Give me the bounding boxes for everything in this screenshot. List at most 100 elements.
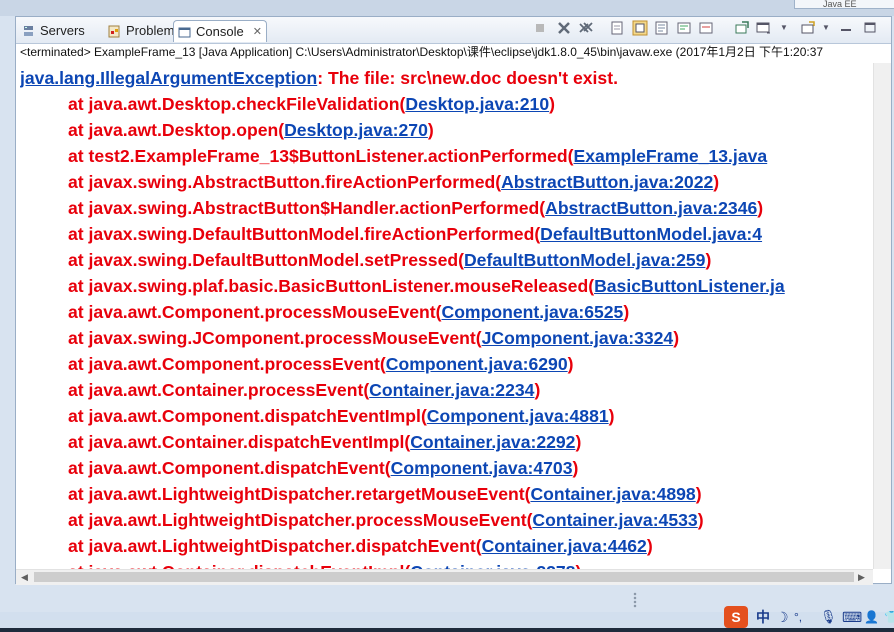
view-tab-bar: Servers Problems Console ✕ ▼ ▼ xyxy=(16,17,891,44)
horizontal-scroll-thumb[interactable] xyxy=(34,572,854,582)
frame-source-link[interactable]: AbstractButton.java:2346 xyxy=(545,198,757,218)
chevron-down-icon-2[interactable]: ▼ xyxy=(818,20,834,36)
show-on-output-icon[interactable] xyxy=(698,20,714,36)
punctuation-icon[interactable]: °, xyxy=(794,606,802,628)
half-width-icon[interactable]: ☽ xyxy=(776,606,789,628)
screen-bottom-edge xyxy=(0,628,894,632)
tab-servers-label: Servers xyxy=(40,23,85,38)
frame-source-link[interactable]: Desktop.java:270 xyxy=(284,120,428,140)
tab-servers[interactable]: Servers xyxy=(18,20,88,42)
frame-source-link[interactable]: Container.java:2234 xyxy=(369,380,534,400)
terminate-icon[interactable] xyxy=(532,20,548,36)
frame-source-link[interactable]: Container.java:2278 xyxy=(410,562,575,569)
frame-source-link[interactable]: JComponent.java:3324 xyxy=(482,328,674,348)
frame-source-link[interactable]: Component.java:4703 xyxy=(391,458,573,478)
frame-source-link[interactable]: Component.java:6525 xyxy=(441,302,623,322)
remove-launch-icon[interactable] xyxy=(556,20,572,36)
display-selected-console-icon[interactable] xyxy=(734,20,750,36)
frame-source-link[interactable]: Container.java:2292 xyxy=(410,432,575,452)
keyboard-icon[interactable]: ⌨ xyxy=(842,606,862,628)
perspective-tab-java-ee[interactable]: Java EE xyxy=(794,0,894,9)
horizontal-scrollbar[interactable]: ◀ ▶ xyxy=(16,569,873,585)
frame-method: java.awt.Component.processMouseEvent xyxy=(88,302,436,322)
frame-method: javax.swing.plaf.basic.BasicButtonListen… xyxy=(88,276,589,296)
frame-source-link[interactable]: Container.java:4898 xyxy=(530,484,695,504)
frame-prefix: at xyxy=(68,198,89,218)
frame-close-paren: ) xyxy=(549,94,555,114)
frame-source-link[interactable]: BasicButtonListener.ja xyxy=(594,276,785,296)
frame-method: test2.ExampleFrame_13$ButtonListener.act… xyxy=(88,146,568,166)
minimize-icon[interactable] xyxy=(838,20,854,36)
console-output[interactable]: java.lang.IllegalArgumentException: The … xyxy=(20,63,872,569)
frame-source-link[interactable]: Component.java:6290 xyxy=(386,354,568,374)
frame-method: javax.swing.AbstractButton.fireActionPer… xyxy=(88,172,496,192)
stack-frame-line: at java.awt.Desktop.open(Desktop.java:27… xyxy=(68,117,434,143)
frame-prefix: at xyxy=(68,354,89,374)
sogou-ime-icon[interactable]: S xyxy=(724,606,748,628)
ime-chinese-mode[interactable]: 中 xyxy=(756,606,770,628)
maximize-icon[interactable] xyxy=(862,20,878,36)
frame-method: java.awt.LightweightDispatcher.processMo… xyxy=(88,510,527,530)
exception-message: : The file: src\new.doc doesn't exist. xyxy=(317,68,618,88)
clear-console-icon[interactable] xyxy=(610,20,626,36)
stack-frame-line: at java.awt.Desktop.checkFileValidation(… xyxy=(68,91,555,117)
remove-all-terminated-icon[interactable] xyxy=(578,20,594,36)
open-console-icon[interactable] xyxy=(756,20,772,36)
stack-frame-line: at java.awt.Container.dispatchEventImpl(… xyxy=(68,559,581,569)
frame-source-link[interactable]: DefaultButtonModel.java:259 xyxy=(464,250,705,270)
frame-source-link[interactable]: Desktop.java:210 xyxy=(405,94,549,114)
stack-frame-line: at java.awt.LightweightDispatcher.dispat… xyxy=(68,533,653,559)
chevron-down-icon[interactable]: ▼ xyxy=(776,20,792,36)
tab-console[interactable]: Console ✕ xyxy=(173,20,267,42)
frame-close-paren: ) xyxy=(427,120,434,140)
stack-frame-line: at java.awt.Component.processEvent(Compo… xyxy=(68,351,573,377)
new-console-icon[interactable] xyxy=(800,20,816,36)
frame-method: java.awt.Container.dispatchEventImpl xyxy=(88,432,405,452)
vertical-scrollbar[interactable] xyxy=(873,63,891,569)
resize-grip-icon[interactable] xyxy=(633,592,637,608)
scroll-left-icon[interactable]: ◀ xyxy=(17,570,32,585)
scroll-lock-icon[interactable] xyxy=(632,20,648,36)
frame-prefix: at xyxy=(68,276,89,296)
frame-source-link[interactable]: DefaultButtonModel.java:4 xyxy=(540,224,762,244)
frame-close-paren: ) xyxy=(575,562,581,569)
microphone-icon[interactable]: 🎙 xyxy=(820,606,837,628)
frame-method: java.awt.Desktop.open xyxy=(88,120,279,140)
frame-prefix: at xyxy=(68,328,89,348)
frame-method: java.awt.Component.processEvent xyxy=(88,354,380,374)
frame-prefix: at xyxy=(68,510,89,530)
frame-source-link[interactable]: AbstractButton.java:2022 xyxy=(501,172,713,192)
pin-console-icon[interactable] xyxy=(654,20,670,36)
close-icon[interactable]: ✕ xyxy=(253,21,262,43)
frame-method: javax.swing.AbstractButton$Handler.actio… xyxy=(88,198,540,218)
user-icon[interactable]: 👤 xyxy=(864,606,879,628)
frame-source-link[interactable]: ExampleFrame_13.java xyxy=(574,146,768,166)
frame-prefix: at xyxy=(68,302,89,322)
scroll-right-icon[interactable]: ▶ xyxy=(854,570,869,585)
tab-console-label: Console xyxy=(196,24,244,39)
frame-close-paren: ) xyxy=(697,510,704,530)
frame-method: java.awt.Component.dispatchEventImpl xyxy=(88,406,421,426)
tab-problems[interactable]: Problems xyxy=(104,20,184,42)
stack-frame-line: at java.awt.LightweightDispatcher.retarg… xyxy=(68,481,702,507)
frame-close-paren: ) xyxy=(673,328,680,348)
frame-prefix: at xyxy=(68,562,89,569)
exception-line: java.lang.IllegalArgumentException: The … xyxy=(20,65,618,91)
word-wrap-icon[interactable] xyxy=(676,20,692,36)
frame-method: javax.swing.DefaultButtonModel.setPresse… xyxy=(88,250,459,270)
launch-status-line: <terminated> ExampleFrame_13 [Java Appli… xyxy=(20,45,824,59)
exception-class-link[interactable]: java.lang.IllegalArgumentException xyxy=(20,68,317,88)
frame-close-paren: ) xyxy=(646,536,653,556)
frame-close-paren: ) xyxy=(705,250,712,270)
frame-close-paren: ) xyxy=(567,354,574,374)
skin-icon[interactable]: 👕 xyxy=(884,606,894,628)
servers-icon xyxy=(24,26,33,36)
frame-close-paren: ) xyxy=(608,406,615,426)
frame-prefix: at xyxy=(68,432,89,452)
frame-prefix: at xyxy=(68,172,89,192)
stack-frame-line: at javax.swing.DefaultButtonModel.fireAc… xyxy=(68,221,762,247)
frame-source-link[interactable]: Container.java:4533 xyxy=(532,510,697,530)
frame-source-link[interactable]: Container.java:4462 xyxy=(482,536,647,556)
frame-source-link[interactable]: Component.java:4881 xyxy=(427,406,609,426)
frame-method: java.awt.LightweightDispatcher.retargetM… xyxy=(88,484,525,504)
